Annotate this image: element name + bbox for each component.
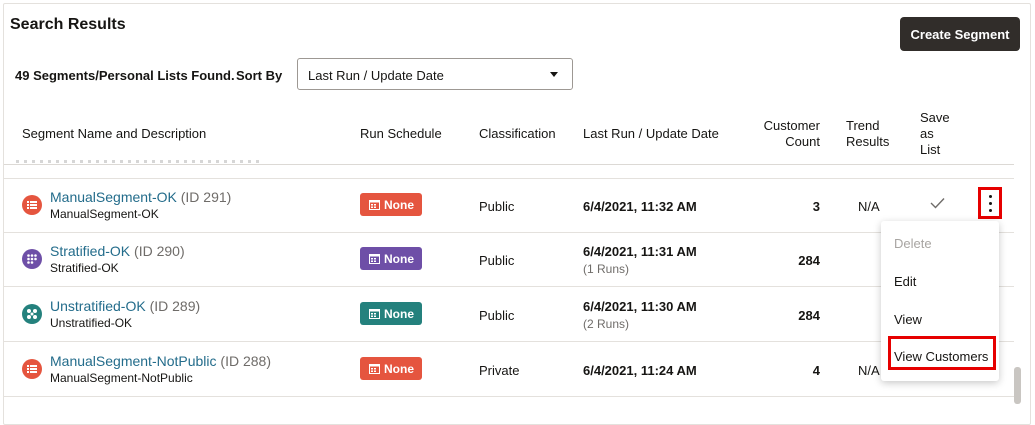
row-divider (4, 178, 1014, 179)
scrollbar-thumb[interactable] (1014, 367, 1021, 404)
menu-item-delete[interactable]: Delete (894, 236, 932, 251)
calendar-icon (369, 364, 380, 374)
cluster-icon (22, 304, 42, 324)
run-schedule-badge[interactable]: None (360, 302, 422, 325)
page-title: Search Results (10, 16, 126, 33)
chevron-down-icon (550, 72, 558, 77)
menu-item-edit[interactable]: Edit (894, 274, 916, 289)
segment-id: (ID 289) (149, 298, 201, 314)
highlight-view-customers (888, 336, 996, 370)
run-schedule-badge[interactable]: None (360, 357, 422, 380)
row-divider (4, 341, 1014, 342)
segment-id: (ID 288) (220, 353, 271, 369)
segment-description: ManualSegment-NotPublic (50, 371, 193, 385)
last-run-date: 6/4/2021, 11:24 AM (583, 363, 697, 378)
calendar-icon (369, 254, 380, 264)
menu-item-view[interactable]: View (894, 312, 922, 327)
check-icon (930, 198, 945, 209)
segment-name[interactable]: Stratified-OK (ID 290) (50, 243, 185, 259)
column-header-classification[interactable]: Classification (479, 126, 556, 142)
calendar-icon (369, 309, 380, 319)
segment-name[interactable]: ManualSegment-OK (ID 291) (50, 189, 231, 205)
sort-by-label: Sort By (236, 68, 283, 83)
segment-description: Unstratified-OK (50, 316, 133, 330)
segment-name[interactable]: Unstratified-OK (ID 289) (50, 298, 200, 314)
header-divider (4, 164, 1014, 165)
row-divider (4, 286, 1014, 287)
classification: Public (479, 253, 515, 268)
column-header-name[interactable]: Segment Name and Description (22, 126, 206, 142)
segment-link[interactable]: Unstratified-OK (50, 298, 146, 314)
clipped-row-text (16, 160, 264, 163)
column-header-last-run[interactable]: Last Run / Update Date (583, 126, 719, 142)
run-schedule-badge[interactable]: None (360, 247, 422, 270)
grid-icon (22, 249, 42, 269)
run-schedule-badge[interactable]: None (360, 193, 422, 216)
run-count: (2 Runs) (583, 317, 630, 331)
column-header-trend[interactable]: Trend Results (846, 118, 889, 150)
last-run-date: 6/4/2021, 11:32 AM (583, 199, 697, 214)
sort-by-select[interactable]: Last Run / Update Date (297, 58, 573, 90)
more-actions-button[interactable] (978, 187, 1002, 219)
list-icon (22, 359, 42, 379)
last-run-date: 6/4/2021, 11:30 AM (583, 299, 697, 314)
segment-id: (ID 291) (180, 189, 232, 205)
run-count: (1 Runs) (583, 262, 630, 276)
row-divider (4, 232, 1014, 233)
create-segment-button[interactable]: Create Segment (900, 17, 1020, 51)
column-header-save-as-list[interactable]: Save as List (920, 110, 950, 158)
calendar-icon (369, 200, 380, 210)
column-header-schedule[interactable]: Run Schedule (360, 126, 442, 142)
customer-count: 284 (798, 308, 820, 323)
segment-name[interactable]: ManualSegment-NotPublic (ID 288) (50, 353, 271, 369)
segment-id: (ID 290) (134, 243, 185, 259)
segment-description: ManualSegment-OK (50, 207, 159, 221)
classification: Public (479, 308, 515, 323)
row-divider (4, 396, 1014, 397)
trend-results: N/A (858, 363, 880, 378)
classification: Public (479, 199, 515, 214)
classification: Private (479, 363, 520, 378)
column-header-count[interactable]: Customer Count (750, 118, 820, 150)
customer-count: 4 (812, 363, 820, 378)
last-run-date: 6/4/2021, 11:31 AM (583, 244, 697, 259)
segment-link[interactable]: ManualSegment-NotPublic (50, 353, 217, 369)
customer-count: 3 (812, 199, 820, 214)
results-count: 49 Segments/Personal Lists Found. (15, 68, 235, 83)
customer-count: 284 (798, 253, 820, 268)
segment-description: Stratified-OK (50, 261, 119, 275)
list-icon (22, 195, 42, 215)
segment-link[interactable]: Stratified-OK (50, 243, 130, 259)
segment-link[interactable]: ManualSegment-OK (50, 189, 177, 205)
trend-results: N/A (858, 199, 880, 214)
sort-by-value: Last Run / Update Date (308, 68, 444, 83)
